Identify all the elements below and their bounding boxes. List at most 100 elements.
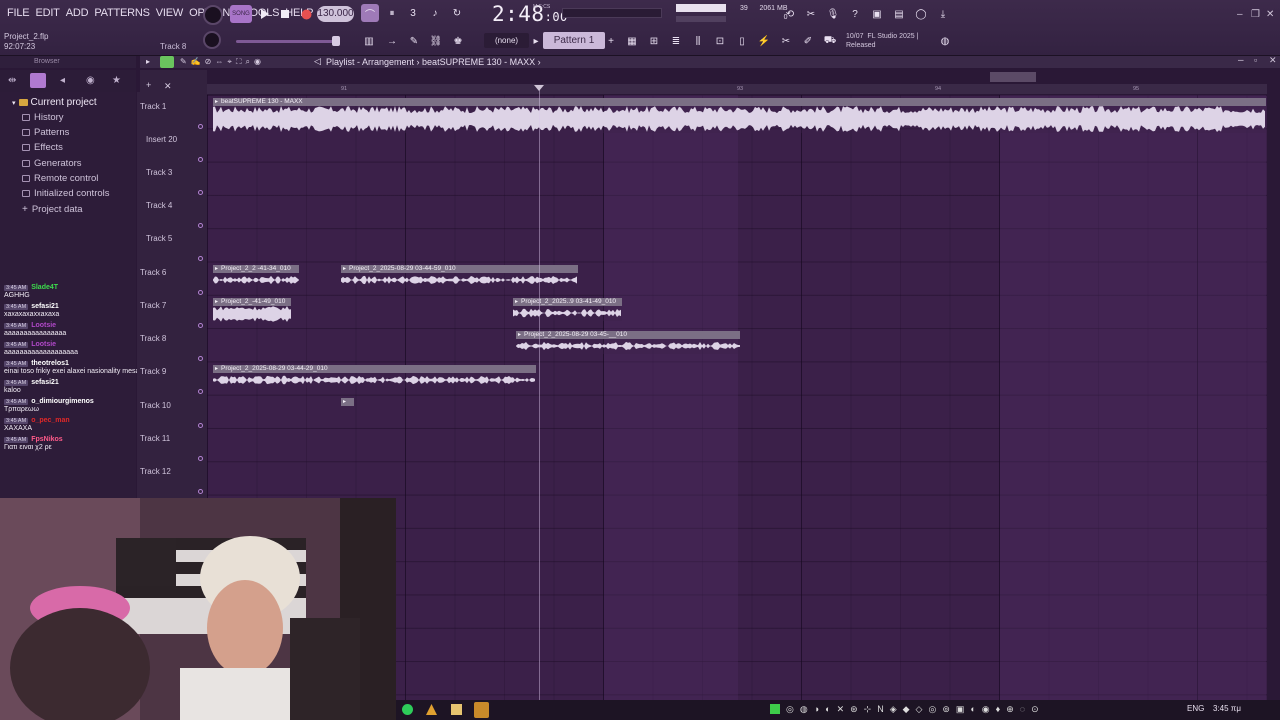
track-mute-icon[interactable] — [198, 157, 203, 162]
maximize-icon[interactable]: ❐ — [1251, 9, 1260, 20]
browser-item-project-data[interactable]: + Project data — [22, 204, 83, 215]
tray-app-icon[interactable] — [770, 704, 780, 714]
track-mute-icon[interactable] — [198, 489, 203, 494]
track-header[interactable]: Track 8 — [140, 330, 206, 363]
collapse-icon[interactable]: ⇹ — [8, 75, 16, 86]
minimize-icon[interactable]: ‒ — [1237, 9, 1243, 20]
countdown-icon[interactable]: 3 — [404, 4, 422, 22]
close-icon[interactable]: ✕ — [1266, 9, 1274, 20]
download-icon[interactable]: ⤓ — [935, 5, 951, 23]
wait-input-icon[interactable]: ⏸ — [383, 4, 401, 22]
render-icon[interactable]: ▤ — [891, 5, 907, 23]
add-track-icon[interactable]: + — [146, 80, 151, 90]
stop-button[interactable] — [277, 5, 293, 23]
track-header[interactable]: Track 3 — [140, 164, 206, 197]
menu-file[interactable]: FILE — [4, 7, 32, 19]
plugin-database-icon[interactable]: ◉ — [86, 75, 95, 86]
master-volume-handle[interactable] — [332, 36, 340, 46]
playlist-icon[interactable]: ▦ — [624, 32, 640, 50]
audio-clip[interactable]: Project_2_2025..9 03-41-49_010 — [513, 298, 622, 321]
track-mute-icon[interactable] — [198, 323, 203, 328]
plug-icon[interactable]: ⚡ — [756, 32, 772, 50]
remove-icon[interactable]: ✕ — [164, 81, 172, 92]
pattern-prev-icon[interactable]: ▸ — [531, 32, 541, 50]
track-mute-icon[interactable] — [198, 290, 203, 295]
browser-item-history[interactable]: History — [22, 112, 64, 123]
playlist-minimize-icon[interactable]: ‒ — [1238, 55, 1244, 66]
tempo-display[interactable]: 130.000 — [317, 6, 354, 22]
track-header[interactable]: Insert 20 — [140, 131, 206, 164]
snap-select[interactable]: (none) — [484, 33, 529, 48]
playlist-scrollbar-thumb[interactable] — [990, 72, 1036, 82]
current-project-icon[interactable]: ◂ — [60, 75, 65, 86]
help-icon[interactable]: ? — [847, 5, 863, 23]
playhead[interactable] — [539, 86, 540, 700]
play-button[interactable] — [255, 5, 273, 23]
file-icon[interactable]: ▯ — [734, 32, 750, 50]
browser-item-patterns[interactable]: Patterns — [22, 127, 69, 138]
browser-root[interactable]: ▾ Current project — [12, 97, 97, 108]
chain-link-icon[interactable]: ⛓ — [428, 32, 444, 50]
record-button[interactable] — [297, 5, 315, 23]
track-mute-icon[interactable] — [198, 389, 203, 394]
piano-roll-icon[interactable]: ▥ — [360, 32, 378, 50]
save-icon[interactable]: ▣ — [869, 5, 885, 23]
audio-clip[interactable]: Project_2_2025-08-29 03-45-__010 — [516, 331, 740, 354]
pattern-add-icon[interactable]: + — [606, 32, 616, 50]
browser-item-remote-control[interactable]: Remote control — [22, 173, 98, 184]
metronome-icon[interactable]: ⌒ — [361, 4, 379, 22]
track-mute-icon[interactable] — [198, 356, 203, 361]
spotify-icon[interactable] — [402, 704, 413, 715]
vlc-icon[interactable] — [426, 704, 437, 715]
news-panel[interactable]: 10/07 FL Studio 2025 | Released — [846, 32, 918, 50]
favorites-icon[interactable]: ★ — [112, 75, 121, 86]
menu-patterns[interactable]: PATTERNS — [91, 7, 152, 19]
microphone-icon[interactable]: 🎙︎ — [825, 5, 841, 23]
undo-history-icon[interactable]: ⟲ — [782, 5, 798, 23]
audio-clip-stub[interactable] — [341, 398, 354, 420]
track-header[interactable]: Track 4 — [140, 197, 206, 230]
browser-item-effects[interactable]: Effects — [22, 142, 63, 153]
playlist-snap-icon[interactable] — [160, 56, 174, 68]
faders-icon[interactable]: ⫼ — [690, 32, 706, 50]
pencil-icon[interactable]: ✐ — [800, 32, 816, 50]
speaker-icon[interactable]: ◁ — [314, 56, 321, 67]
playlist-close-icon[interactable]: ✕ — [1269, 55, 1277, 66]
cart-icon[interactable]: ⛟ — [822, 32, 838, 50]
track-header[interactable]: Track 6 — [140, 264, 206, 297]
menu-add[interactable]: ADD — [63, 7, 92, 19]
audio-clip[interactable]: Project_2_2 -41-34_010 — [213, 265, 299, 288]
track-mute-icon[interactable] — [198, 190, 203, 195]
taskbar-clock[interactable]: 3:45 πμ — [1213, 704, 1241, 713]
globe-icon[interactable]: ◍ — [937, 32, 953, 50]
playhead-marker[interactable] — [534, 85, 544, 91]
track-mute-icon[interactable] — [198, 423, 203, 428]
track-mute-icon[interactable] — [198, 223, 203, 228]
track-header[interactable]: Track 11 — [140, 430, 206, 463]
track-header[interactable]: Track 7 — [140, 297, 206, 330]
track-header[interactable]: Track 5 — [140, 230, 206, 263]
tools-icon[interactable]: ✂ — [778, 32, 794, 50]
channel-rack-icon[interactable]: ⊞ — [646, 32, 662, 50]
menu-edit[interactable]: EDIT — [32, 7, 62, 19]
fl-studio-taskbar-icon[interactable] — [474, 702, 489, 718]
playlist-menu-icon[interactable]: ▸ — [146, 57, 150, 66]
blend-notes-icon[interactable]: ♪ — [426, 4, 444, 22]
timeline-ruler[interactable]: 91 93 94 95 — [207, 84, 1267, 94]
explorer-icon[interactable] — [451, 704, 462, 715]
loop-record-icon[interactable]: ↻ — [448, 4, 466, 22]
pattern-selector[interactable]: Pattern 1 — [543, 32, 605, 49]
audio-clip[interactable]: Project_2_-41-49_010 — [213, 298, 291, 323]
master-pitch-knob[interactable] — [203, 5, 223, 25]
all-files-icon[interactable] — [30, 73, 46, 88]
pat-song-toggle[interactable]: SONG — [230, 5, 252, 23]
track-mute-icon[interactable] — [198, 256, 203, 261]
master-volume-knob[interactable] — [203, 31, 221, 49]
track-mute-icon[interactable] — [198, 124, 203, 129]
menu-view[interactable]: VIEW — [153, 7, 186, 19]
track-mute-icon[interactable] — [198, 456, 203, 461]
arrow-right-icon[interactable]: → — [384, 32, 400, 50]
stamp-icon[interactable]: ♚ — [450, 32, 466, 50]
playlist-maximize-icon[interactable]: ▫ — [1254, 55, 1257, 65]
track-header[interactable]: Track 9 — [140, 363, 206, 396]
